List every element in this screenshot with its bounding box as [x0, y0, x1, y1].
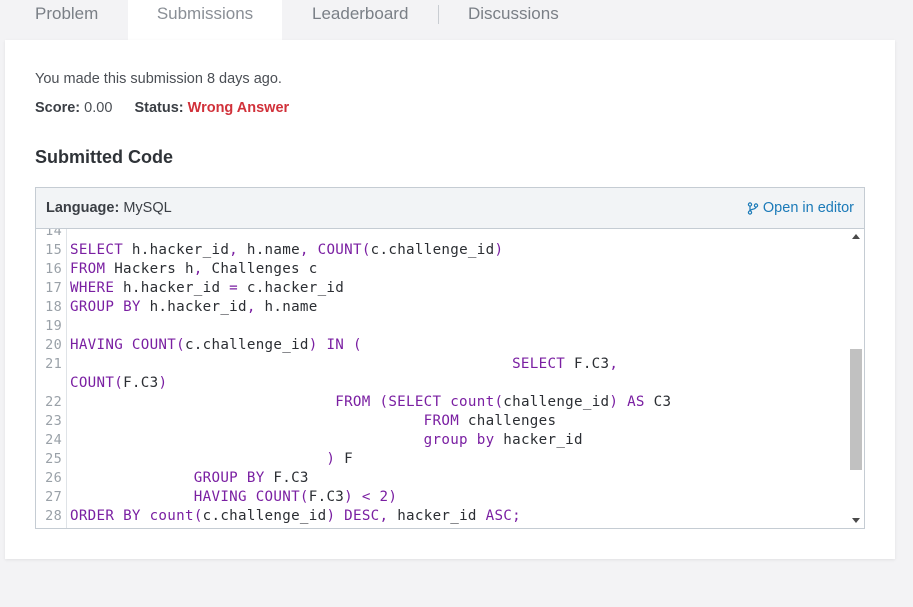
code-line: GROUP BY F.C3 — [193, 470, 309, 486]
tab-divider — [438, 5, 439, 24]
scrollbar-thumb[interactable] — [850, 349, 862, 470]
line-number-gutter: 14 15 16 17 18 19 20 21 22 23 24 25 26 27 28 — [36, 229, 67, 528]
code-line: GROUP BY h.hacker_id, h.name — [70, 299, 318, 315]
code-line: COUNT(F.C3) — [70, 375, 168, 391]
code-line: group by hacker_id — [423, 432, 583, 448]
status-value: Wrong Answer — [187, 100, 290, 116]
line-number: 22 — [45, 394, 62, 410]
code-line: HAVING COUNT(F.C3) < 2) — [193, 489, 398, 505]
line-number: 18 — [45, 299, 62, 315]
branch-icon — [747, 201, 759, 215]
tab-submissions[interactable]: Submissions — [128, 0, 282, 40]
language-value: MySQL — [123, 200, 172, 216]
line-number: 15 — [45, 242, 62, 258]
line-number: 16 — [45, 261, 62, 277]
tab-discussions[interactable]: Discussions — [468, 0, 559, 40]
score-label: Score: — [35, 100, 81, 116]
line-number: 25 — [45, 451, 62, 467]
line-number: 28 — [45, 508, 62, 524]
line-number: 24 — [45, 432, 62, 448]
scroll-up-arrow-icon[interactable] — [852, 234, 860, 239]
tab-leaderboard[interactable]: Leaderboard — [312, 0, 408, 40]
open-in-editor-link[interactable]: Open in editor — [747, 200, 854, 216]
line-number: 23 — [45, 413, 62, 429]
language-label: Language: — [46, 200, 120, 216]
line-number: 27 — [45, 489, 62, 505]
tab-bar: Problem Submissions Leaderboard Discussi… — [0, 0, 913, 40]
tab-problem[interactable]: Problem — [35, 0, 98, 40]
submission-info: You made this submission 8 days ago. — [35, 71, 282, 87]
code-line: SELECT F.C3, — [512, 356, 619, 372]
submission-card: You made this submission 8 days ago. Sco… — [5, 40, 895, 559]
score-value: 0.00 — [84, 100, 113, 116]
code-header: Language: MySQL Open in editor — [36, 188, 864, 229]
line-number: 17 — [45, 280, 62, 296]
code-scrollbar[interactable] — [848, 229, 864, 528]
line-number: 21 — [45, 356, 62, 372]
score-status-row: Score: 0.00 Status: Wrong Answer — [35, 100, 289, 116]
code-line: ) F — [326, 451, 353, 467]
section-title: Submitted Code — [35, 147, 173, 167]
code-line: ORDER BY count(c.challenge_id) DESC, hac… — [70, 508, 521, 524]
line-number: 14 — [45, 229, 62, 239]
code-editor[interactable]: 14 15 16 17 18 19 20 21 22 23 24 25 26 27 28 SELECT h.… — [36, 229, 848, 528]
code-line: FROM (SELECT count(challenge_id) AS C3 — [335, 394, 672, 410]
code-line: SELECT h.hacker_id, h.name, COUNT(c.chal… — [70, 242, 504, 258]
status-label: Status: — [134, 100, 184, 116]
scroll-down-arrow-icon[interactable] — [852, 518, 860, 523]
open-in-editor-label[interactable]: Open in editor — [763, 200, 854, 216]
line-number: 26 — [45, 470, 62, 486]
line-number: 19 — [45, 318, 62, 334]
line-number: 20 — [45, 337, 62, 353]
code-line: WHERE h.hacker_id = c.hacker_id — [70, 280, 345, 296]
language-info: Language: MySQL — [46, 200, 172, 216]
code-panel: Language: MySQL Open in editor 14 15 16 17 1… — [35, 187, 865, 529]
code-line: HAVING COUNT(c.challenge_id) IN ( — [70, 337, 362, 353]
code-line: FROM Hackers h, Challenges c — [70, 261, 318, 277]
code-line: FROM challenges — [423, 413, 557, 429]
